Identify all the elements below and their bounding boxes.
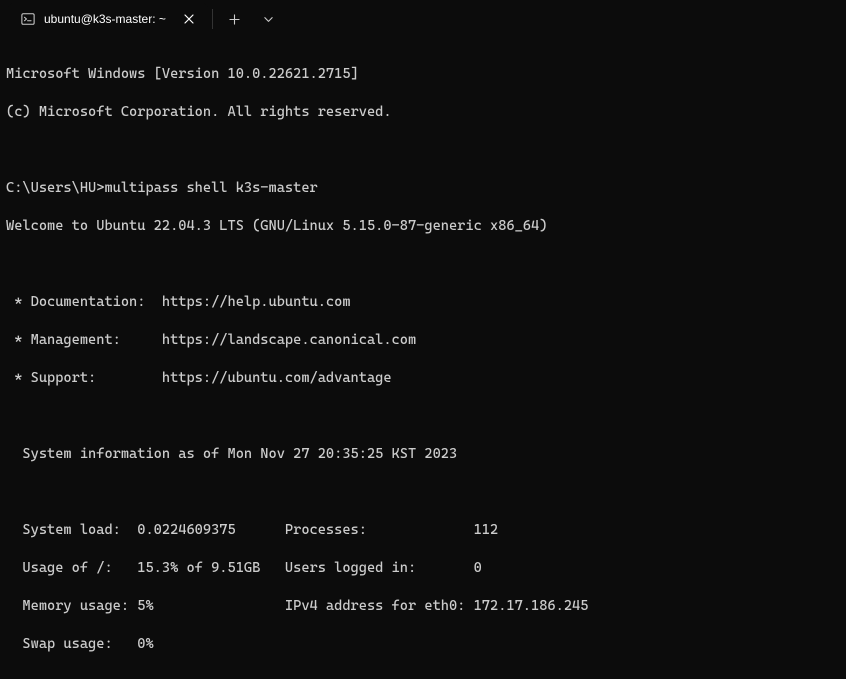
blank-line: [6, 483, 840, 502]
output-line: System information as of Mon Nov 27 20:3…: [6, 445, 840, 464]
output-line: Memory usage: 5% IPv4 address for eth0: …: [6, 597, 840, 616]
output-line: * Management: https://landscape.canonica…: [6, 331, 840, 350]
terminal-output[interactable]: Microsoft Windows [Version 10.0.22621.27…: [0, 38, 846, 679]
terminal-icon: [20, 11, 36, 27]
blank-line: [6, 141, 840, 160]
dropdown-button[interactable]: [251, 3, 285, 35]
tab-title: ubuntu@k3s-master: ~: [44, 12, 172, 26]
divider: [212, 9, 213, 29]
output-line: System load: 0.0224609375 Processes: 112: [6, 521, 840, 540]
output-line: * Documentation: https://help.ubuntu.com: [6, 293, 840, 312]
output-line: Swap usage: 0%: [6, 635, 840, 654]
tab-active[interactable]: ubuntu@k3s-master: ~: [8, 3, 208, 35]
titlebar: ubuntu@k3s-master: ~: [0, 0, 846, 38]
close-icon[interactable]: [180, 10, 198, 28]
blank-line: [6, 255, 840, 274]
output-line: * Support: https://ubuntu.com/advantage: [6, 369, 840, 388]
output-line: Microsoft Windows [Version 10.0.22621.27…: [6, 65, 840, 84]
output-line: Usage of /: 15.3% of 9.51GB Users logged…: [6, 559, 840, 578]
output-line: (c) Microsoft Corporation. All rights re…: [6, 103, 840, 122]
output-line: Welcome to Ubuntu 22.04.3 LTS (GNU/Linux…: [6, 217, 840, 236]
blank-line: [6, 407, 840, 426]
output-line: C:\Users\HU>multipass shell k3s-master: [6, 179, 840, 198]
blank-line: [6, 673, 840, 679]
new-tab-button[interactable]: [217, 3, 251, 35]
